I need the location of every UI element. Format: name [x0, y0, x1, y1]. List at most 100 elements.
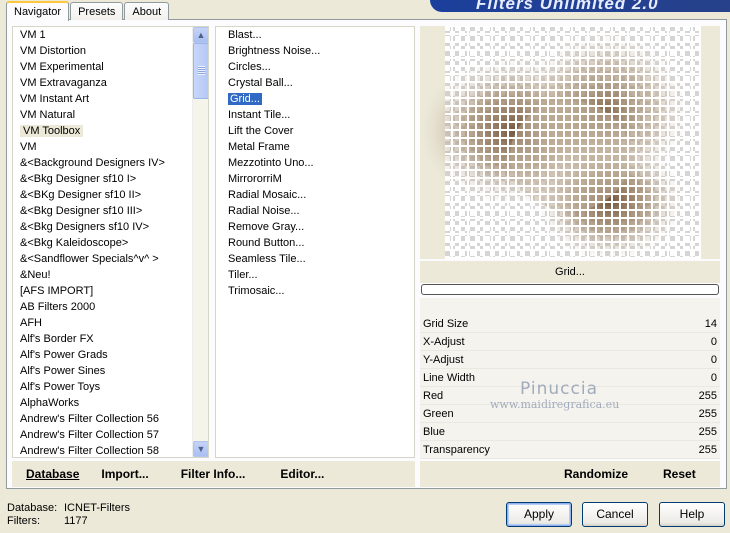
parameter-row[interactable]: Transparency 255: [420, 441, 720, 459]
category-item-label: Alf's Power Grads: [20, 349, 108, 361]
category-item[interactable]: VM Experimental: [13, 59, 208, 75]
filter-item-label: Tiler...: [228, 269, 258, 281]
parameter-value: 255: [698, 390, 717, 402]
category-item[interactable]: Alf's Power Grads: [13, 347, 208, 363]
filter-item[interactable]: Crystal Ball...: [216, 75, 414, 91]
filters-count-value: 1177: [64, 515, 88, 527]
category-item[interactable]: AB Filters 2000: [13, 299, 208, 315]
filter-item[interactable]: Radial Noise...: [216, 203, 414, 219]
category-item[interactable]: Alf's Border FX: [13, 331, 208, 347]
parameter-row[interactable]: Blue 255: [420, 423, 720, 441]
category-item[interactable]: VM 1: [13, 27, 208, 43]
filter-item-label: MirrororriM: [228, 173, 282, 185]
parameter-row[interactable]: Y-Adjust 0: [420, 351, 720, 369]
filter-item[interactable]: Tiler...: [216, 267, 414, 283]
filter-item-label: Seamless Tile...: [228, 253, 306, 265]
category-item-label: VM: [20, 141, 37, 153]
reset-button[interactable]: Reset: [663, 467, 696, 481]
filter-item-label: Mezzotinto Uno...: [228, 157, 314, 169]
category-item-label: &<Bkg Kaleidoscope>: [20, 237, 129, 249]
category-item[interactable]: VM Instant Art: [13, 91, 208, 107]
tab-navigator[interactable]: Navigator: [6, 1, 70, 21]
filter-item[interactable]: Grid...: [216, 91, 414, 107]
category-item-label: &<Background Designers IV>: [20, 157, 165, 169]
filter-item-label: Trimosaic...: [228, 285, 285, 297]
app-title: Filters Unlimited 2.0: [476, 0, 659, 13]
filter-item[interactable]: Metal Frame: [216, 139, 414, 155]
category-item-label: VM Experimental: [20, 61, 104, 73]
right-button-bar: Randomize Reset: [420, 461, 720, 487]
database-button[interactable]: Database: [26, 467, 79, 481]
category-item[interactable]: Alf's Power Toys: [13, 379, 208, 395]
scroll-down-button[interactable]: ▼: [193, 441, 208, 457]
help-button[interactable]: Help: [659, 502, 725, 527]
category-item[interactable]: [AFS IMPORT]: [13, 283, 208, 299]
category-item[interactable]: &<Bkg Designer sf10 III>: [13, 203, 208, 219]
parameter-value: 255: [698, 408, 717, 420]
category-item-label: Andrew's Filter Collection 56: [20, 413, 160, 425]
filter-item[interactable]: Blast...: [216, 27, 414, 43]
editor-button[interactable]: Editor...: [280, 467, 324, 481]
category-item[interactable]: Andrew's Filter Collection 58: [13, 443, 208, 457]
category-item[interactable]: VM Distortion: [13, 43, 208, 59]
category-item[interactable]: &Neu!: [13, 267, 208, 283]
scroll-thumb[interactable]: [193, 43, 208, 99]
category-item[interactable]: &<Bkg Designer sf10 I>: [13, 171, 208, 187]
randomize-button[interactable]: Randomize: [564, 467, 628, 481]
category-item[interactable]: &<Background Designers IV>: [13, 155, 208, 171]
filter-item[interactable]: MirrororriM: [216, 171, 414, 187]
category-item[interactable]: Alf's Power Sines: [13, 363, 208, 379]
filter-item[interactable]: Lift the Cover: [216, 123, 414, 139]
category-item[interactable]: &<Bkg Designers sf10 IV>: [13, 219, 208, 235]
category-item[interactable]: AFH: [13, 315, 208, 331]
category-item-label: &<Bkg Designer sf10 I>: [20, 173, 137, 185]
filter-item[interactable]: Mezzotinto Uno...: [216, 155, 414, 171]
parameter-name: Green: [423, 408, 454, 420]
filter-item[interactable]: Trimosaic...: [216, 283, 414, 299]
filter-item[interactable]: Seamless Tile...: [216, 251, 414, 267]
filter-item-label: Lift the Cover: [228, 125, 294, 137]
category-item[interactable]: &<Sandflower Specials^v^ >: [13, 251, 208, 267]
database-value: ICNET-Filters: [64, 502, 130, 514]
filter-preview: [420, 26, 720, 259]
category-item[interactable]: Andrew's Filter Collection 57: [13, 427, 208, 443]
category-item[interactable]: &<Bkg Kaleidoscope>: [13, 235, 208, 251]
filter-item[interactable]: Remove Gray...: [216, 219, 414, 235]
filter-item[interactable]: Radial Mosaic...: [216, 187, 414, 203]
category-item[interactable]: VM Natural: [13, 107, 208, 123]
category-item-label: [AFS IMPORT]: [20, 285, 94, 297]
cancel-button[interactable]: Cancel: [582, 502, 648, 527]
filter-items: Blast... Brightness Noise... Circles... Cry…: [216, 27, 414, 299]
parameter-value: 0: [710, 336, 717, 348]
category-item-label: AlphaWorks: [20, 397, 80, 409]
parameter-value: 255: [698, 426, 717, 438]
category-item[interactable]: AlphaWorks: [13, 395, 208, 411]
category-item[interactable]: VM Toolbox: [13, 123, 208, 139]
category-item[interactable]: VM: [13, 139, 208, 155]
filter-item[interactable]: Round Button...: [216, 235, 414, 251]
progress-bar: [421, 284, 719, 295]
category-list[interactable]: VM 1 VM Distortion VM Experimental VM Extra…: [12, 26, 209, 458]
import-button[interactable]: Import...: [101, 467, 148, 481]
status-area: Database: ICNET-Filters Filters: 1177: [7, 502, 130, 528]
filter-item[interactable]: Brightness Noise...: [216, 43, 414, 59]
filters-count-label: Filters:: [7, 515, 40, 527]
filter-item[interactable]: Instant Tile...: [216, 107, 414, 123]
filter-info-button[interactable]: Filter Info...: [181, 467, 246, 481]
parameter-row[interactable]: X-Adjust 0: [420, 333, 720, 351]
category-item[interactable]: &<BKg Designer sf10 II>: [13, 187, 208, 203]
tab-presets[interactable]: Presets: [70, 2, 124, 20]
category-item-label: Andrew's Filter Collection 58: [20, 445, 160, 457]
apply-button[interactable]: Apply: [506, 502, 572, 527]
tab-strip: Navigator Presets About: [6, 0, 170, 21]
category-item[interactable]: VM Extravaganza: [13, 75, 208, 91]
parameter-row[interactable]: Grid Size 14: [420, 315, 720, 333]
parameter-value: 255: [698, 444, 717, 456]
scroll-up-button[interactable]: ▲: [193, 27, 208, 43]
filter-item[interactable]: Circles...: [216, 59, 414, 75]
tab-about[interactable]: About: [124, 2, 170, 20]
category-item[interactable]: Andrew's Filter Collection 56: [13, 411, 208, 427]
preview-image: [420, 26, 701, 259]
category-scrollbar[interactable]: ▲ ▼: [192, 27, 208, 457]
filter-list[interactable]: Blast... Brightness Noise... Circles... Cry…: [215, 26, 415, 458]
